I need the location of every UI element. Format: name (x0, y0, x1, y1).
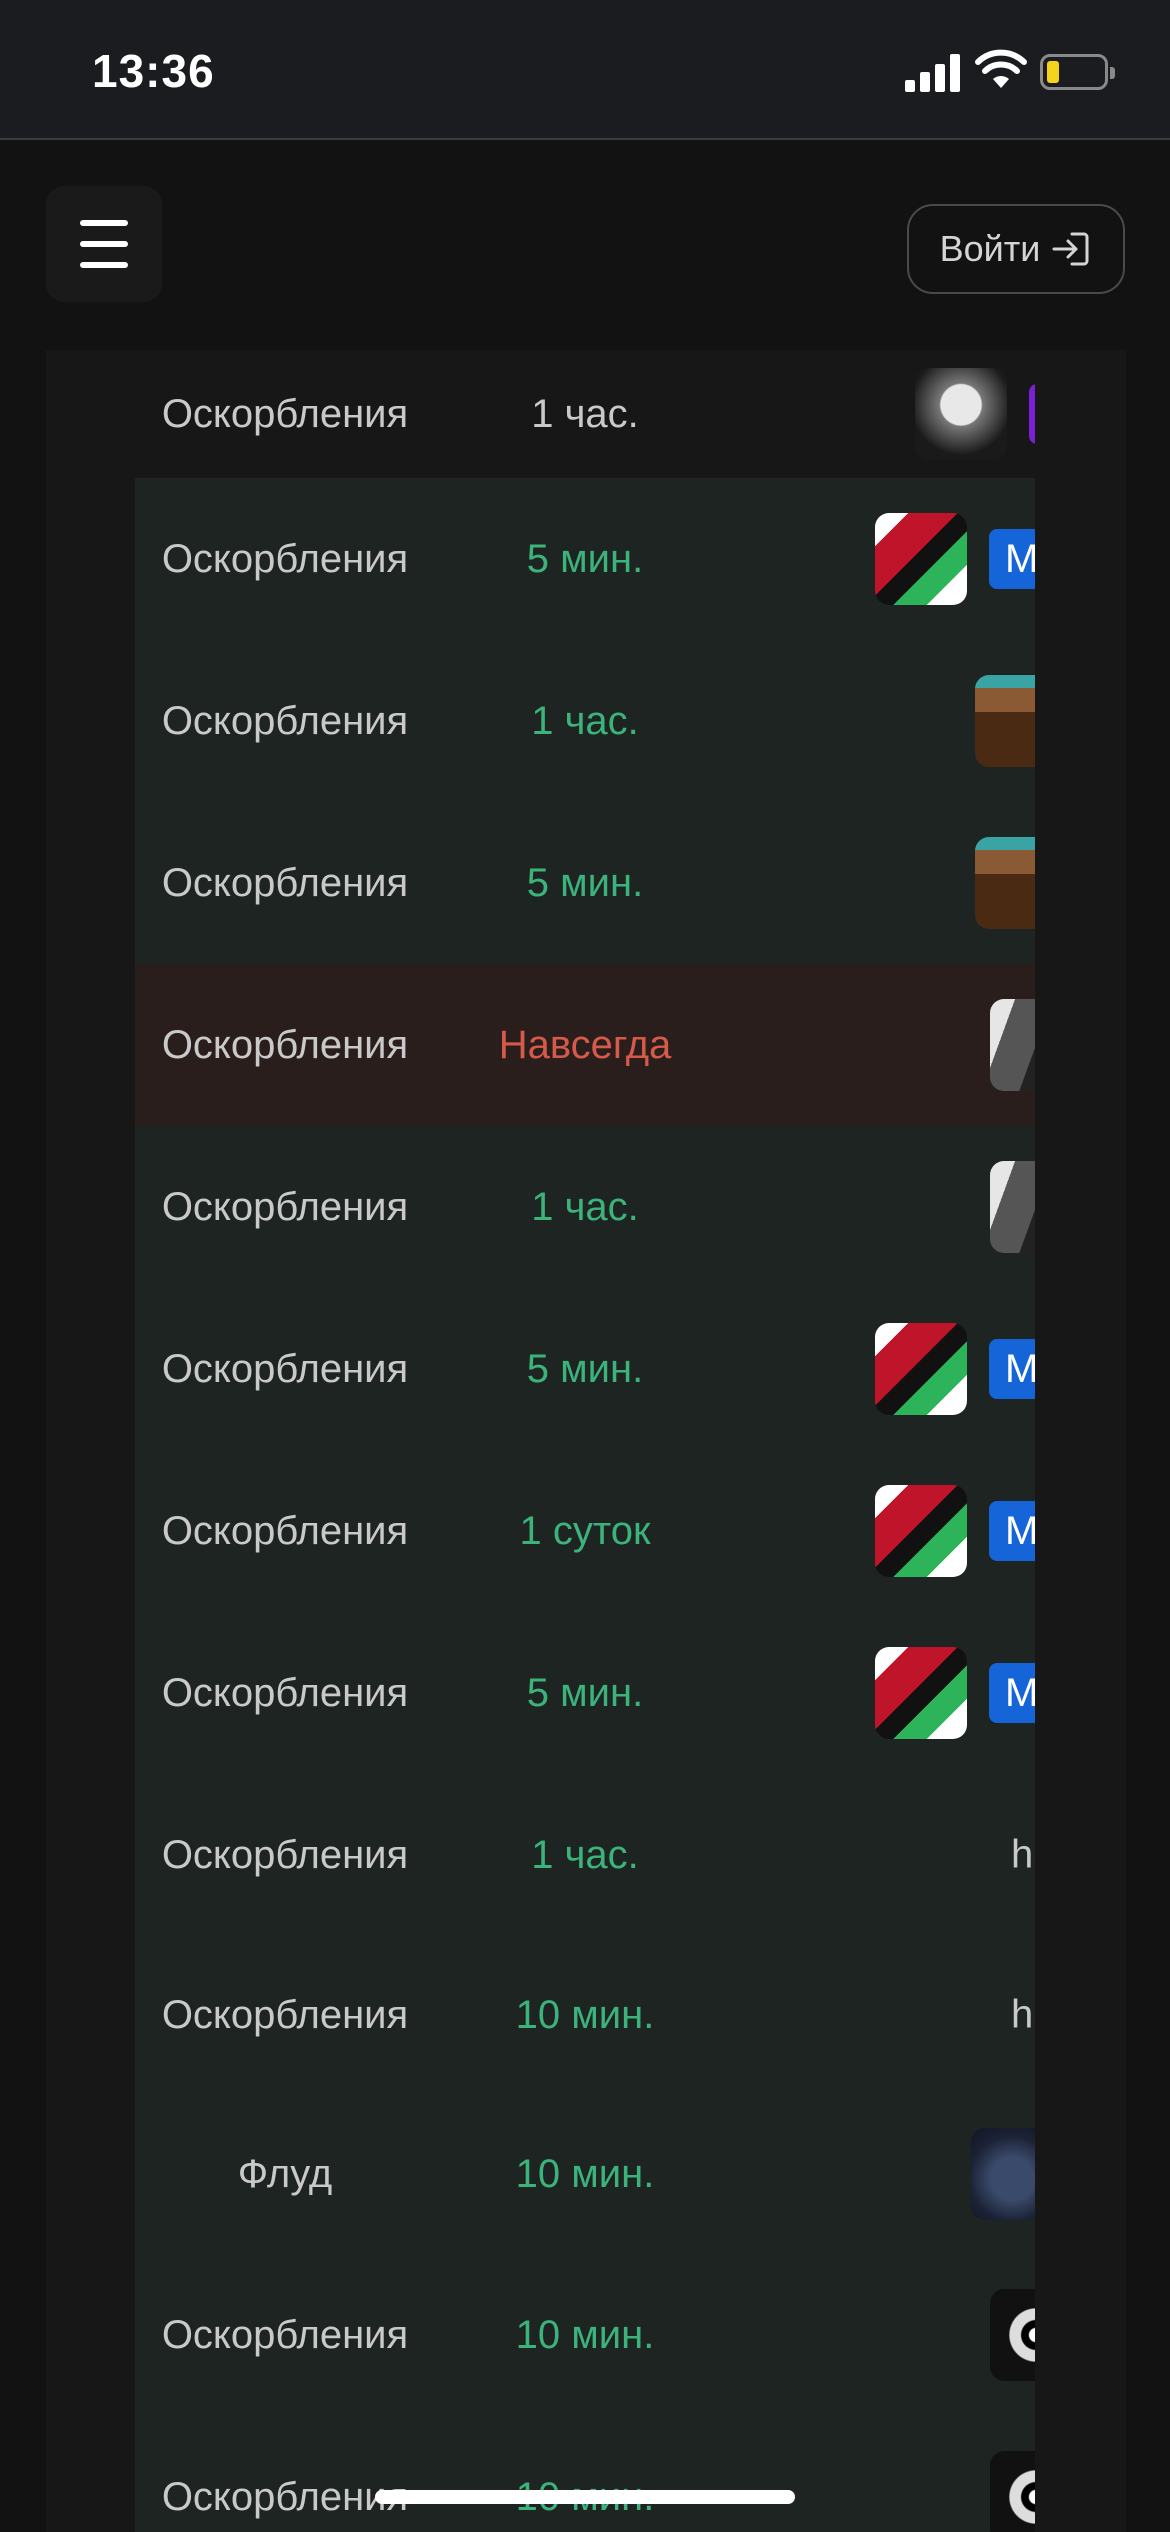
punishment-user[interactable]: Мансур А (735, 1612, 1035, 1774)
user-avatar[interactable] (875, 1647, 967, 1739)
punishment-row[interactable]: Оскорбления 1 час. Rimuru (135, 350, 1035, 478)
user-avatar[interactable] (990, 2289, 1035, 2381)
punishment-reason: Оскорбления (161, 860, 409, 905)
user-name[interactable]: heatbrea (1011, 1993, 1035, 2038)
punishment-row[interactable]: Оскорбления 5 мин. Мансур А (135, 478, 1035, 640)
punishment-row[interactable]: Оскорбления 1 час. heatbrea (135, 1774, 1035, 1936)
punishment-user[interactable]: kac (735, 964, 1035, 1126)
punishment-duration: 10 мин. (515, 1992, 655, 2037)
cellular-signal-icon (905, 52, 961, 92)
user-avatar[interactable] (975, 675, 1035, 767)
punishment-reason: Оскорбления (161, 2312, 409, 2357)
user-avatar[interactable] (975, 837, 1035, 929)
user-avatar[interactable] (875, 1323, 967, 1415)
punishment-user[interactable]: GoH (735, 2094, 1035, 2254)
user-avatar[interactable] (875, 1485, 967, 1577)
punishment-duration: Навсегда (498, 1022, 672, 1067)
punishment-row[interactable]: Оскорбления 5 мин. Inte (135, 802, 1035, 964)
punishment-duration: 1 час. (531, 391, 639, 436)
punishment-duration: 1 час. (531, 1184, 639, 1229)
punishment-row[interactable]: Оскорбления 10 мин. heatbrea (135, 1936, 1035, 2094)
user-avatar[interactable] (915, 368, 1007, 460)
punishment-user[interactable]: Rimuru (735, 350, 1035, 478)
menu-button[interactable] (46, 186, 162, 302)
user-name-tag[interactable]: Мансур А (989, 529, 1035, 589)
punishment-row[interactable]: Оскорбления 1 суток Мансур А (135, 1450, 1035, 1612)
user-avatar[interactable] (990, 999, 1035, 1091)
punishment-reason: Флуд (237, 2151, 333, 2196)
user-avatar[interactable] (990, 1161, 1035, 1253)
punishment-user[interactable]: Ho (735, 2416, 1035, 2532)
punishment-reason: Оскорбления (161, 1832, 409, 1877)
user-name-tag[interactable]: Мансур А (989, 1663, 1035, 1723)
punishment-user[interactable]: Мансур А (735, 478, 1035, 640)
punishment-row[interactable]: Оскорбления 5 мин. Мансур А (135, 1612, 1035, 1774)
punishment-duration: 5 мин. (526, 860, 644, 905)
punishment-reason: Оскорбления (161, 1670, 409, 1715)
punishment-user[interactable]: Мансур А (735, 1288, 1035, 1450)
battery-icon (1040, 54, 1115, 90)
user-name-tag[interactable]: Rimuru (1029, 384, 1035, 444)
punishment-user[interactable]: Inte (735, 802, 1035, 964)
user-avatar[interactable] (971, 2128, 1035, 2220)
punishment-duration: 10 мин. (515, 2312, 655, 2357)
punishment-duration: 1 суток (519, 1508, 651, 1553)
punishment-row[interactable]: Оскорбления 1 час. Inte (135, 640, 1035, 802)
home-indicator[interactable] (375, 2490, 795, 2504)
punishment-reason: Оскорбления (161, 1508, 409, 1553)
punishment-reason: Оскорбления (161, 536, 409, 581)
punishment-duration: 1 час. (531, 1832, 639, 1877)
punishment-reason: Оскорбления (161, 2474, 409, 2519)
user-name-tag[interactable]: Мансур А (989, 1339, 1035, 1399)
punishment-row[interactable]: Оскорбления 10 мин. Ho (135, 2416, 1035, 2532)
punishment-row[interactable]: Оскорбления 1 час. kac (135, 1126, 1035, 1288)
punishment-user[interactable]: Мансур А (735, 1450, 1035, 1612)
punishment-reason: Оскорбления (161, 698, 409, 743)
punishment-user[interactable]: heatbrea (735, 1936, 1035, 2094)
user-avatar[interactable] (990, 2451, 1035, 2532)
status-bar: 13:36 (0, 0, 1170, 140)
punishment-row[interactable]: Оскорбления Навсегда kac (135, 964, 1035, 1126)
punishment-duration: 5 мин. (526, 536, 644, 581)
punishments-table: Оскорбления 1 час. Rimuru Оскорбления 5 мин.… (135, 350, 1035, 2532)
punishment-duration: 1 час. (531, 698, 639, 743)
punishment-user[interactable]: heatbrea (735, 1774, 1035, 1936)
hamburger-icon (80, 220, 128, 226)
login-button[interactable]: Войти (907, 204, 1125, 294)
punishment-reason: Оскорбления (161, 1992, 409, 2037)
wifi-icon (975, 49, 1027, 88)
punishment-user[interactable]: Ho (735, 2254, 1035, 2416)
punishment-reason: Оскорбления (161, 1346, 409, 1391)
login-icon (1052, 232, 1089, 266)
status-time: 13:36 (92, 45, 215, 97)
punishment-duration: 5 мин. (526, 1670, 644, 1715)
punishment-user[interactable]: Inte (735, 640, 1035, 802)
punishment-user[interactable]: kac (735, 1126, 1035, 1288)
punishment-reason: Оскорбления (161, 1022, 409, 1067)
punishment-reason: Оскорбления (161, 391, 409, 436)
punishment-duration: 10 мин. (515, 2151, 655, 2196)
punishment-duration: 10 мин. (475, 2416, 695, 2532)
punishment-reason: Оскорбления (161, 1184, 409, 1229)
user-name[interactable]: heatbrea (1011, 1833, 1035, 1878)
punishment-row[interactable]: Оскорбления 5 мин. Мансур А (135, 1288, 1035, 1450)
user-avatar[interactable] (875, 513, 967, 605)
user-name-tag[interactable]: Мансур А (989, 1501, 1035, 1561)
punishment-row[interactable]: Оскорбления 10 мин. Ho (135, 2254, 1035, 2416)
punishment-duration: 5 мин. (526, 1346, 644, 1391)
login-label: Войти (939, 228, 1041, 269)
punishment-row[interactable]: Флуд 10 мин. GoH (135, 2094, 1035, 2254)
